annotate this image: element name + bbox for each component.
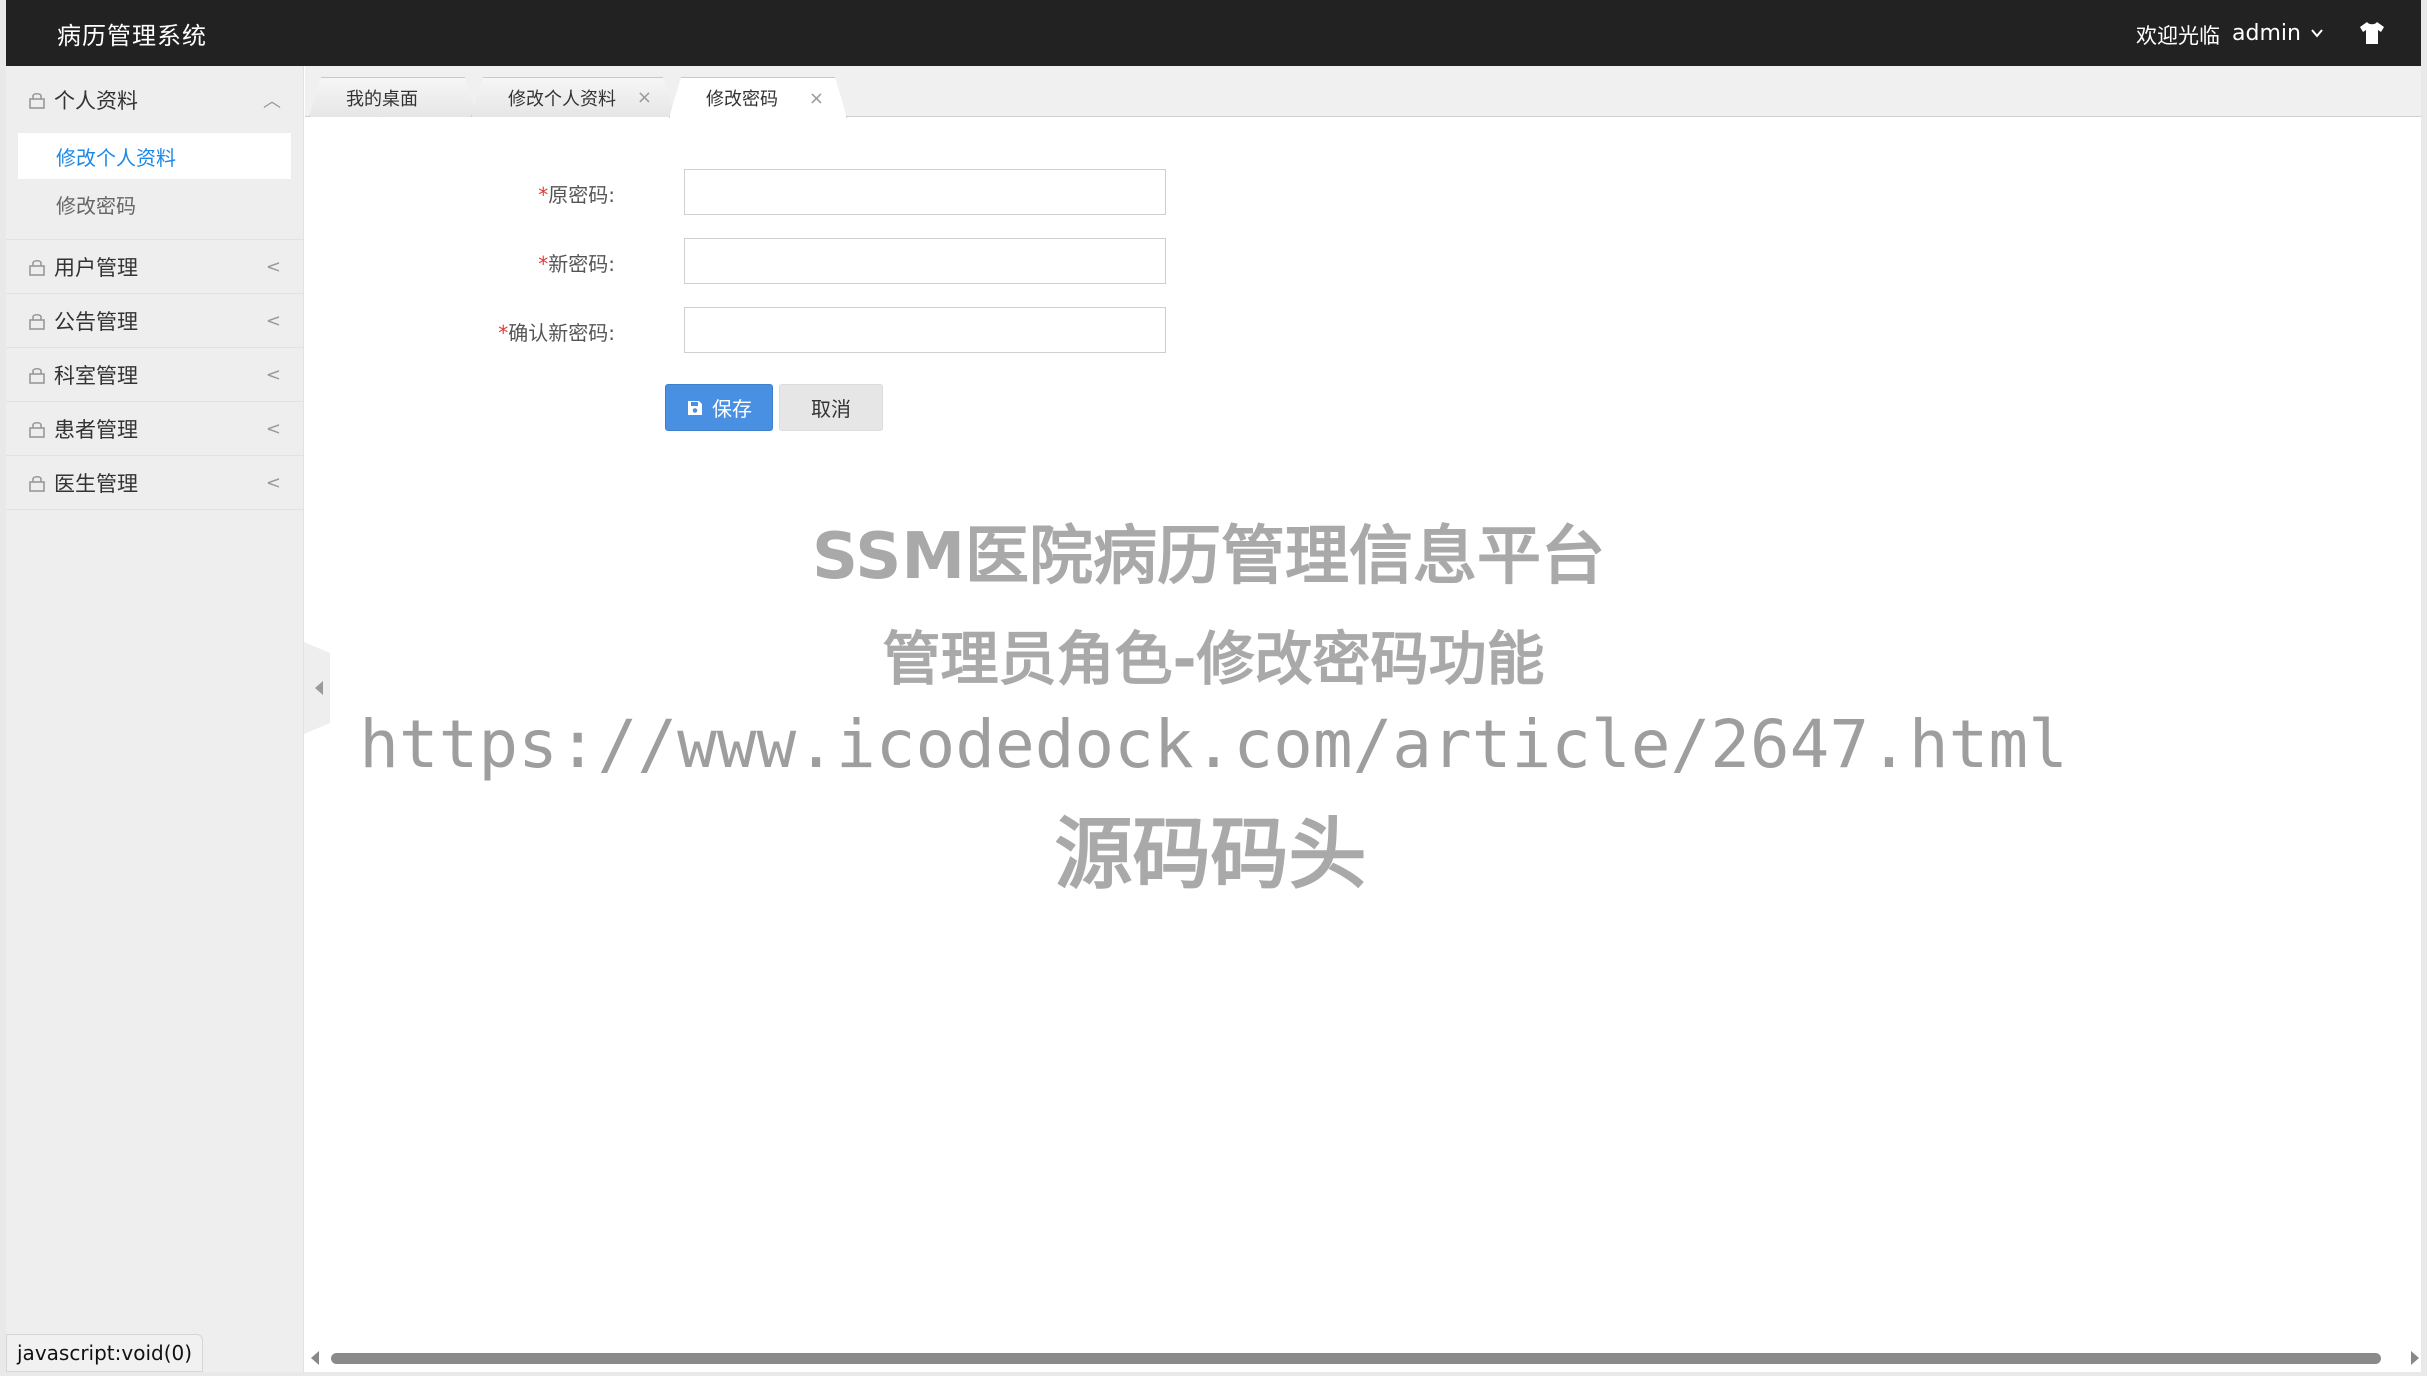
required-mark: *: [498, 321, 509, 345]
sidebar-group-doctors[interactable]: 医生管理 <: [6, 456, 303, 510]
cancel-button-label: 取消: [811, 397, 851, 421]
username: admin: [2232, 20, 2301, 46]
tab-edit-profile[interactable]: 修改个人资料 ×: [471, 77, 675, 117]
status-bar: javascript:void(0): [6, 1334, 204, 1372]
confirm-password-input[interactable]: [684, 307, 1166, 353]
tab-label: 我的桌面: [346, 88, 418, 110]
lock-icon: [29, 92, 45, 109]
tab-label: 修改密码: [706, 89, 778, 110]
sidebar-group-label: 医生管理: [54, 471, 138, 496]
required-mark: *: [538, 252, 549, 276]
watermark-subtitle: 管理员角色-修改密码功能: [882, 625, 1545, 693]
required-mark: *: [538, 183, 549, 207]
sidebar-group-patients[interactable]: 患者管理 <: [6, 402, 303, 456]
sidebar-item-label: 修改个人资料: [56, 145, 176, 170]
sidebar-group-users[interactable]: 用户管理 <: [6, 240, 303, 294]
form-row-new-password: *新密码:: [305, 238, 1205, 284]
close-icon[interactable]: ×: [809, 88, 824, 109]
tab-change-password[interactable]: 修改密码 ×: [669, 77, 847, 118]
theme-shirt-icon[interactable]: [2358, 20, 2386, 46]
watermark-brand: 源码码头: [1054, 810, 1367, 900]
scrollbar-thumb[interactable]: [331, 1353, 2381, 1364]
lock-icon: [29, 313, 45, 330]
chevron-left-icon: <: [265, 310, 281, 331]
lock-icon: [29, 367, 45, 384]
welcome-text: 欢迎光临: [2136, 24, 2220, 48]
new-password-label: *新密码:: [538, 248, 615, 277]
old-password-label: *原密码:: [538, 179, 615, 208]
tab-label: 修改个人资料: [508, 88, 616, 110]
new-password-input[interactable]: [684, 238, 1166, 284]
cancel-button[interactable]: 取消: [779, 384, 883, 431]
top-header: 病历管理系统 欢迎光临 admin: [6, 0, 2421, 66]
save-button-label: 保存: [712, 397, 752, 421]
lock-icon: [29, 421, 45, 438]
scroll-left-icon[interactable]: [311, 1351, 319, 1365]
chevron-left-icon: <: [265, 472, 281, 493]
sidebar-group-notices[interactable]: 公告管理 <: [6, 294, 303, 348]
sidebar-group-profile[interactable]: 个人资料 ︿: [6, 73, 303, 127]
chevron-up-icon: ︿: [263, 91, 281, 112]
chevron-left-icon: <: [265, 256, 281, 277]
watermark-url: https://www.icodedock.com/article/2647.h…: [359, 706, 2068, 783]
sidebar-item-change-password[interactable]: 修改密码: [18, 181, 291, 227]
chevron-down-icon: [2311, 29, 2323, 38]
app-title: 病历管理系统: [57, 22, 207, 50]
sidebar-group-departments[interactable]: 科室管理 <: [6, 348, 303, 402]
old-password-input[interactable]: [684, 169, 1166, 215]
lock-icon: [29, 475, 45, 492]
sidebar-group-label: 公告管理: [54, 309, 138, 334]
confirm-password-label: *确认新密码:: [498, 317, 615, 346]
sidebar-item-label: 修改密码: [56, 193, 136, 218]
watermark-title: SSM医院病历管理信息平台: [812, 520, 1605, 594]
form-row-old-password: *原密码:: [305, 169, 1205, 215]
save-icon: [688, 400, 702, 415]
form-row-confirm-password: *确认新密码:: [305, 307, 1205, 353]
label-text: 原密码:: [548, 183, 615, 207]
chevron-left-icon: <: [265, 364, 281, 385]
scroll-right-icon[interactable]: [2411, 1351, 2419, 1365]
sidebar-group-label: 个人资料: [54, 89, 138, 113]
horizontal-scrollbar[interactable]: [305, 1348, 2421, 1368]
tab-bar: 我的桌面 修改个人资料 × 修改密码 ×: [305, 66, 2421, 117]
sidebar-group-label: 用户管理: [54, 255, 138, 280]
sidebar-group-label: 科室管理: [54, 363, 138, 388]
sidebar-submenu-profile: 修改个人资料 修改密码: [6, 127, 303, 240]
close-icon[interactable]: ×: [637, 87, 652, 108]
sidebar-group-label: 患者管理: [54, 417, 138, 442]
save-button[interactable]: 保存: [665, 384, 773, 431]
user-menu[interactable]: admin: [2232, 17, 2325, 49]
label-text: 确认新密码:: [508, 321, 615, 345]
tab-desktop[interactable]: 我的桌面: [309, 77, 477, 117]
lock-icon: [29, 259, 45, 276]
chevron-left-icon: <: [265, 418, 281, 439]
sidebar-item-edit-profile[interactable]: 修改个人资料: [18, 133, 291, 179]
label-text: 新密码:: [548, 252, 615, 276]
